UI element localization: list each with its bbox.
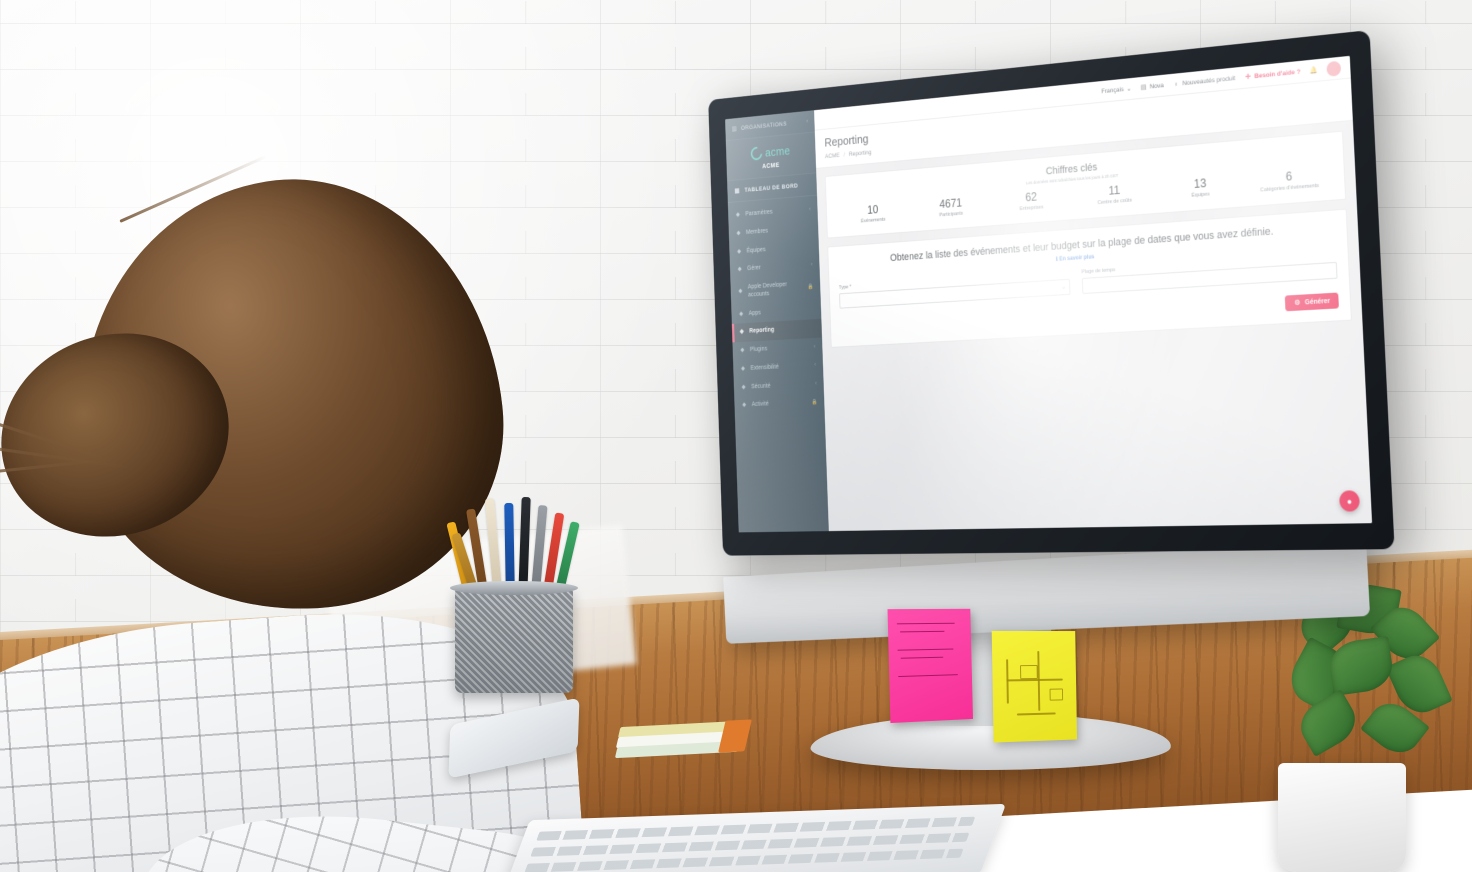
chevron-left-icon: ‹ xyxy=(809,206,811,213)
sidebar-item-label: Extensibilité xyxy=(750,362,810,373)
organizations-label: ORGANISATIONS xyxy=(741,121,787,132)
help-link[interactable]: ✛ Besoin d'aide ? xyxy=(1244,68,1300,81)
monitor-bezel: ▥ ORGANISATIONS ‹ acme ACME ▦ TABLEAU DE… xyxy=(708,30,1394,556)
dashboard-label: TABLEAU DE BORD xyxy=(744,182,798,193)
monitor-screen: ▥ ORGANISATIONS ‹ acme ACME ▦ TABLEAU DE… xyxy=(725,56,1372,533)
photo-scene: ▥ ORGANISATIONS ‹ acme ACME ▦ TABLEAU DE… xyxy=(0,0,1472,872)
breadcrumb-current: Reporting xyxy=(849,149,872,157)
pencil-cup xyxy=(455,588,573,693)
language-label: Français xyxy=(1101,86,1124,95)
nova-label: Nova xyxy=(1150,82,1164,90)
kpi-stat: 4671 Participants xyxy=(911,195,991,221)
generate-label: Générer xyxy=(1305,298,1331,306)
kpi-stat: 13 Équipes xyxy=(1157,174,1245,201)
grid-icon: ▦ xyxy=(734,187,740,195)
building-icon: ▥ xyxy=(731,125,737,133)
chevron-down-icon: ⌄ xyxy=(1062,284,1067,291)
sidebar-item-label: Gérer xyxy=(747,262,806,274)
product-news-link[interactable]: ♁ Nouveautés produit xyxy=(1172,74,1235,88)
kpi-stat: 62 Entreprises xyxy=(990,188,1073,214)
grid-icon: ◆ xyxy=(738,311,744,318)
help-label: Besoin d'aide ? xyxy=(1254,68,1300,79)
org-name: ACME xyxy=(733,160,810,173)
acme-logo-text: acme xyxy=(765,144,790,160)
sidebar-item-label: Membres xyxy=(746,224,811,237)
lock-icon: 🔒 xyxy=(807,284,813,291)
chevron-left-icon: ‹ xyxy=(814,362,816,369)
kpi-stat: 11 Centre de coûts xyxy=(1072,181,1157,208)
sliders-icon: ◆ xyxy=(735,212,741,219)
sidebar-item-label: Plugins xyxy=(750,344,810,355)
activity-icon: ◆ xyxy=(741,402,747,409)
report-icon: ⚙ xyxy=(1293,299,1301,307)
notifications-button[interactable]: 🔔 xyxy=(1310,66,1318,75)
language-selector[interactable]: Français ⌄ xyxy=(1101,85,1131,96)
sidebar-item-label: Reporting xyxy=(749,325,815,336)
kpi-stat: 10 Événements xyxy=(835,201,912,226)
apple-icon: ◆ xyxy=(737,289,743,296)
chart-icon: ◆ xyxy=(739,329,745,336)
sidebar-item-activit[interactable]: ◆ Activité 🔒 xyxy=(734,393,824,415)
sticky-note-yellow xyxy=(992,631,1077,743)
sidebar-item-label: Sécurité xyxy=(751,381,811,391)
team-icon: ◆ xyxy=(736,248,742,255)
sidebar-item-label: Apple Developer accounts xyxy=(748,281,801,300)
chevron-left-icon: ‹ xyxy=(811,262,813,269)
pencil-cup-rim xyxy=(450,581,578,595)
chevron-left-icon: ‹ xyxy=(814,344,816,351)
sidebar-nav: ◆ Paramètres ‹ ◆ Membres ◆ Équipes ◆ Gérer ‹ ◆ Appl… xyxy=(728,196,829,533)
generate-button[interactable]: ⚙ Générer xyxy=(1285,293,1339,312)
lock-icon: 🔒 xyxy=(811,400,817,407)
sidebar-item-label: Paramètres xyxy=(745,206,804,219)
sidebar-item-label: Activité xyxy=(752,400,805,410)
stack-icon: ▤ xyxy=(1140,83,1147,91)
app-window: ▥ ORGANISATIONS ‹ acme ACME ▦ TABLEAU DE… xyxy=(725,56,1372,533)
bell-icon: 🔔 xyxy=(1310,66,1318,75)
spark-icon: ◆ xyxy=(740,366,746,373)
main-content: Français ⌄ ▤ Nova ♁ Nouveautés produit ✛… xyxy=(814,56,1372,531)
shield-icon: ◆ xyxy=(741,384,747,391)
chevron-down-icon: ⌄ xyxy=(1126,85,1131,93)
kpi-stat: 6 Catégories d'événements xyxy=(1244,167,1335,195)
user-icon: ◆ xyxy=(735,230,741,237)
plant-pot xyxy=(1278,763,1406,872)
time-range-field: Plage de temps xyxy=(1081,253,1337,294)
plug-icon: ◆ xyxy=(739,347,745,354)
sidebar-item-label: Apps xyxy=(749,306,815,318)
chevron-left-icon: ‹ xyxy=(806,119,808,125)
breadcrumb-separator: / xyxy=(844,152,846,158)
lifebuoy-icon: ✛ xyxy=(1244,73,1252,81)
lightbulb-icon: ♁ xyxy=(1172,80,1179,88)
acme-logo-icon xyxy=(749,144,765,163)
type-field: Type * ⌄ xyxy=(839,271,1071,309)
product-news-label: Nouveautés produit xyxy=(1182,75,1235,87)
chat-glyph: ● xyxy=(1347,496,1353,506)
monitor: ▥ ORGANISATIONS ‹ acme ACME ▦ TABLEAU DE… xyxy=(708,30,1394,556)
pencil-icon: ◆ xyxy=(737,267,743,274)
breadcrumb-root[interactable]: ACME xyxy=(825,152,840,160)
chevron-left-icon: ‹ xyxy=(815,381,817,388)
avatar[interactable] xyxy=(1326,60,1341,76)
nova-link[interactable]: ▤ Nova xyxy=(1140,81,1164,91)
sticky-note-pink xyxy=(888,609,973,723)
sidebar: ▥ ORGANISATIONS ‹ acme ACME ▦ TABLEAU DE… xyxy=(725,110,829,532)
sidebar-item-label: Équipes xyxy=(747,243,813,256)
